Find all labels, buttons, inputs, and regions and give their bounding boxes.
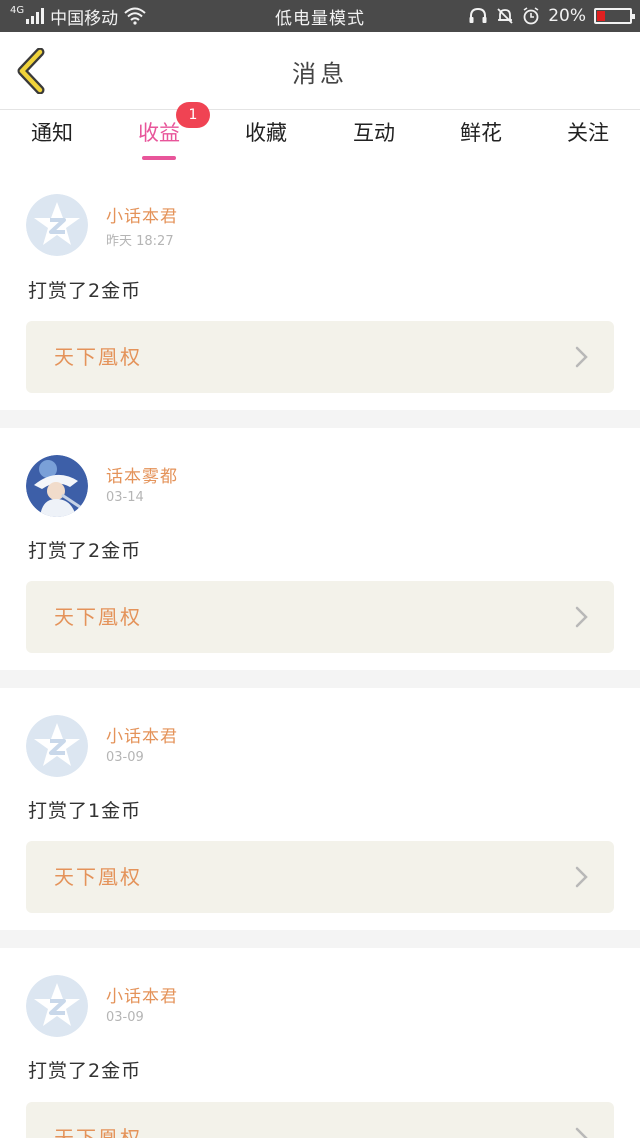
message-time: 03-09 — [106, 750, 144, 765]
default-avatar-icon[interactable] — [26, 715, 88, 777]
book-title: 天下凰权 — [54, 1126, 142, 1138]
tab-favorites[interactable]: 收藏 — [216, 110, 316, 166]
message-text: 打赏了1金币 — [28, 800, 142, 822]
message-time: 03-14 — [106, 490, 144, 505]
tab-label: 关注 — [567, 121, 609, 145]
default-avatar-icon[interactable] — [26, 194, 88, 256]
status-bar: 4G 中国移动 低电量模式 20% — [0, 0, 640, 32]
sender-name[interactable]: 小话本君 — [106, 982, 178, 1007]
message-text: 打赏了2金币 — [28, 280, 142, 302]
chevron-right-icon — [575, 346, 588, 368]
page-title: 消息 — [292, 59, 348, 88]
battery-icon — [594, 8, 635, 24]
chevron-right-icon — [575, 866, 588, 888]
tab-label: 收藏 — [245, 121, 287, 145]
tab-following[interactable]: 关注 — [538, 110, 638, 166]
card-divider — [0, 930, 640, 948]
sender-name[interactable]: 话本雾都 — [106, 462, 178, 487]
book-link[interactable]: 天下凰权 — [26, 581, 614, 653]
tab-label: 通知 — [31, 121, 73, 145]
chevron-right-icon — [575, 606, 588, 628]
tab-interactions[interactable]: 互动 — [324, 110, 424, 166]
mute-bell-icon — [497, 8, 513, 24]
card-divider — [0, 410, 640, 428]
book-link[interactable]: 天下凰权 — [26, 1102, 614, 1138]
message-card: 小话本君 昨天 18:27 打赏了2金币 天下凰权 — [0, 166, 640, 410]
message-text: 打赏了2金币 — [28, 1060, 142, 1082]
message-card: 话本雾都 03-14 打赏了2金币 天下凰权 — [0, 428, 640, 670]
sender-name[interactable]: 小话本君 — [106, 202, 178, 227]
chevron-right-icon — [575, 1127, 588, 1138]
tab-label: 鲜花 — [460, 121, 502, 145]
message-card: 小话本君 03-09 打赏了1金币 天下凰权 — [0, 688, 640, 930]
default-avatar-icon[interactable] — [26, 975, 88, 1037]
message-text: 打赏了2金币 — [28, 540, 142, 562]
active-tab-indicator — [142, 156, 176, 160]
battery-percent: 20% — [548, 6, 586, 26]
user-avatar-photo[interactable] — [26, 455, 88, 517]
tab-flowers[interactable]: 鲜花 — [431, 110, 531, 166]
alarm-icon — [523, 7, 539, 25]
book-title: 天下凰权 — [54, 605, 142, 629]
message-card: 小话本君 03-09 打赏了2金币 天下凰权 — [0, 948, 640, 1138]
message-time: 03-09 — [106, 1010, 144, 1025]
tab-label: 收益 — [138, 121, 180, 145]
message-time: 昨天 18:27 — [106, 234, 174, 249]
tab-earnings[interactable]: 收益 1 — [109, 102, 210, 166]
tab-bar: 通知 收益 1 收藏 互动 鲜花 关注 — [0, 102, 640, 166]
unread-badge: 1 — [176, 102, 210, 128]
book-link[interactable]: 天下凰权 — [26, 841, 614, 913]
nav-header: 消息 — [0, 32, 640, 110]
sender-name[interactable]: 小话本君 — [106, 722, 178, 747]
card-divider — [0, 670, 640, 688]
headphone-icon — [469, 7, 487, 23]
tab-label: 互动 — [353, 121, 395, 145]
book-title: 天下凰权 — [54, 345, 142, 369]
tab-notifications[interactable]: 通知 — [2, 110, 102, 166]
status-right: 20% — [468, 0, 635, 32]
book-title: 天下凰权 — [54, 865, 142, 889]
book-link[interactable]: 天下凰权 — [26, 321, 614, 393]
